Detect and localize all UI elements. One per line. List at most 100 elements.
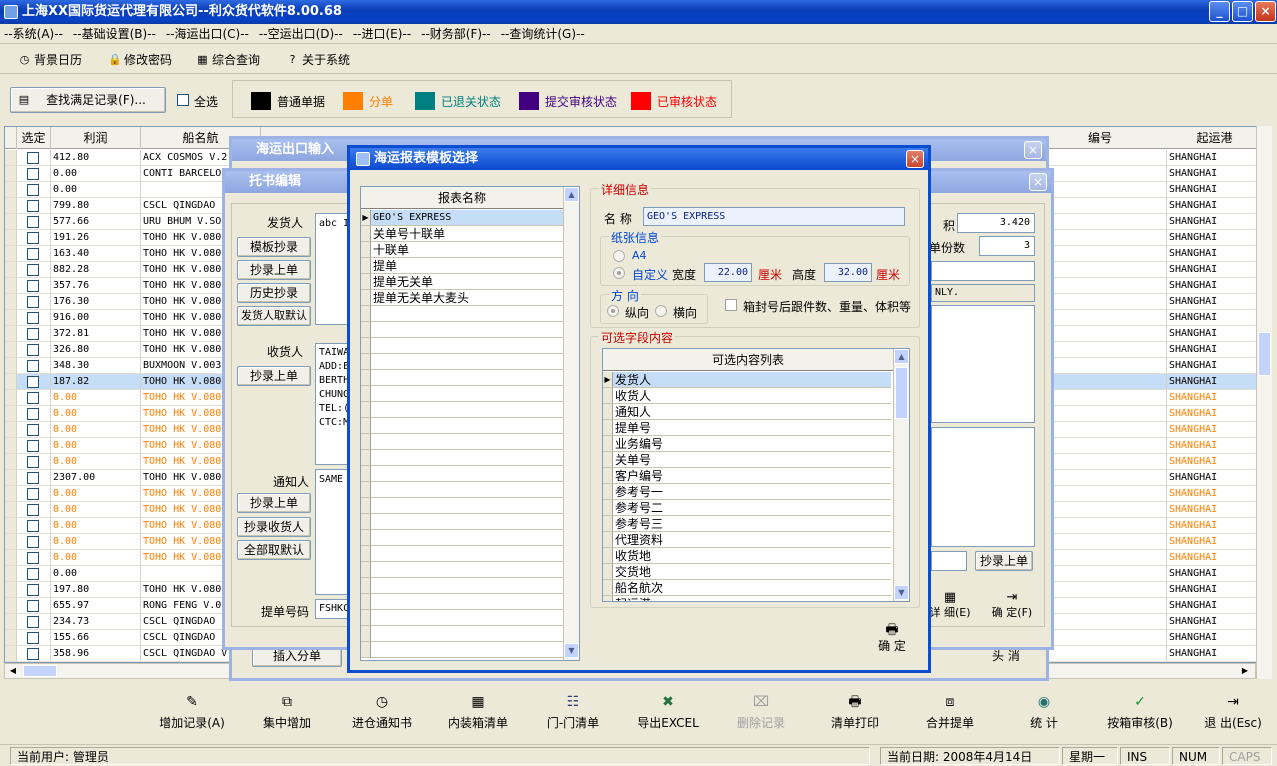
- row-checkbox[interactable]: [27, 280, 39, 292]
- row-checkbox[interactable]: [27, 584, 39, 596]
- report-list-item[interactable]: 提单无关单大麦头: [371, 290, 563, 306]
- minimize-button[interactable]: _: [1209, 1, 1230, 22]
- row-select-cell[interactable]: [17, 502, 51, 518]
- general-query-button[interactable]: ▦ 综合查询: [194, 50, 260, 70]
- template-copy-button[interactable]: 模板抄录: [237, 237, 311, 257]
- volume-field[interactable]: 3.420: [957, 213, 1035, 233]
- field-list-item[interactable]: 起运港: [613, 596, 891, 601]
- report-list-item[interactable]: [371, 514, 563, 530]
- row-select-cell[interactable]: [17, 614, 51, 630]
- row-select-cell[interactable]: [17, 182, 51, 198]
- row-checkbox[interactable]: [27, 648, 39, 660]
- report-list-item[interactable]: [371, 498, 563, 514]
- row-checkbox[interactable]: [27, 376, 39, 388]
- delete-record-button[interactable]: ⌧ 删除记录: [726, 690, 796, 738]
- row-select-cell[interactable]: [17, 390, 51, 406]
- row-select-cell[interactable]: [17, 438, 51, 454]
- scroll-right-icon[interactable]: ▶: [1239, 665, 1251, 677]
- report-list-item[interactable]: [371, 418, 563, 434]
- row-checkbox[interactable]: [27, 600, 39, 612]
- row-select-cell[interactable]: [17, 310, 51, 326]
- scroll-up-icon[interactable]: ▲: [564, 187, 579, 202]
- row-checkbox[interactable]: [27, 200, 39, 212]
- container-audit-button[interactable]: ✓ 按箱审核(B): [1100, 690, 1180, 738]
- row-checkbox[interactable]: [27, 152, 39, 164]
- scroll-down-icon[interactable]: ▼: [564, 643, 579, 658]
- row-select-cell[interactable]: [17, 342, 51, 358]
- statistics-button[interactable]: ◉ 统 计: [1012, 690, 1076, 738]
- shipper-default-button[interactable]: 发货人取默认: [237, 306, 311, 326]
- report-list-scrollbar[interactable]: ▲ ▼: [563, 187, 579, 660]
- select-all-checkbox[interactable]: [177, 94, 189, 106]
- row-checkbox[interactable]: [27, 616, 39, 628]
- maximize-button[interactable]: □: [1232, 1, 1253, 22]
- fields-scroll-up-icon[interactable]: ▲: [894, 349, 909, 364]
- field-list-item[interactable]: 船名航次: [613, 580, 891, 596]
- booking-field-empty[interactable]: [931, 261, 1035, 281]
- print-list-button[interactable]: 🖶 清单打印: [820, 690, 890, 738]
- notify-field[interactable]: SAME: [315, 469, 351, 595]
- fields-scroll-thumb[interactable]: [895, 367, 908, 419]
- custom-radio[interactable]: [613, 267, 625, 279]
- report-list-item[interactable]: [371, 306, 563, 322]
- batch-add-button[interactable]: ⧉ 集中增加: [252, 690, 322, 738]
- report-list-item[interactable]: [371, 594, 563, 610]
- history-copy-button[interactable]: 历史抄录: [237, 283, 311, 303]
- report-list-item[interactable]: [371, 450, 563, 466]
- row-select-cell[interactable]: [17, 406, 51, 422]
- field-list-item[interactable]: 客户编号: [613, 468, 891, 484]
- report-list-item[interactable]: [371, 546, 563, 562]
- field-list-item[interactable]: 收货人: [613, 388, 891, 404]
- template-confirm-button[interactable]: 🖶 确 定: [870, 622, 914, 662]
- report-list-item[interactable]: [371, 386, 563, 402]
- row-checkbox[interactable]: [27, 536, 39, 548]
- report-list-item[interactable]: 提单: [371, 258, 563, 274]
- row-select-cell[interactable]: [17, 374, 51, 390]
- fields-scroll-down-icon[interactable]: ▼: [894, 585, 909, 600]
- field-list-item[interactable]: 参考号二: [613, 500, 891, 516]
- menu-import[interactable]: --进口(E)--: [353, 27, 411, 41]
- report-list-item[interactable]: [371, 466, 563, 482]
- booking-confirm-button[interactable]: ⇥ 确 定(F): [987, 591, 1037, 635]
- row-checkbox[interactable]: [27, 392, 39, 404]
- menu-finance[interactable]: --财务部(F)--: [421, 27, 491, 41]
- sea-export-close-button[interactable]: ×: [1024, 141, 1042, 159]
- row-select-cell[interactable]: [17, 518, 51, 534]
- row-select-cell[interactable]: [17, 198, 51, 214]
- about-button[interactable]: ? 关于系统: [284, 50, 350, 70]
- notify-copy-button[interactable]: 抄录上单: [237, 493, 311, 513]
- template-close-button[interactable]: ×: [906, 150, 924, 168]
- menu-air-export[interactable]: --空运出口(D)--: [259, 27, 343, 41]
- menu-system[interactable]: --系统(A)--: [4, 27, 63, 41]
- row-select-cell[interactable]: [17, 166, 51, 182]
- bl-number-field[interactable]: FSHKC: [315, 599, 351, 619]
- copy-previous-button[interactable]: 抄录上单: [237, 260, 311, 280]
- report-list-item[interactable]: [371, 370, 563, 386]
- consignee-field[interactable]: TAIWA ADD:E BERTH CHUNG TEL:(CTC:M: [315, 343, 351, 465]
- row-checkbox[interactable]: [27, 168, 39, 180]
- row-checkbox[interactable]: [27, 440, 39, 452]
- row-select-cell[interactable]: [17, 422, 51, 438]
- row-checkbox[interactable]: [27, 488, 39, 500]
- row-checkbox[interactable]: [27, 568, 39, 580]
- row-checkbox[interactable]: [27, 184, 39, 196]
- detail-button[interactable]: ▦ 详 细(E): [925, 591, 975, 635]
- row-checkbox[interactable]: [27, 424, 39, 436]
- field-list-item[interactable]: 参考号一: [613, 484, 891, 500]
- report-list-item[interactable]: GEO'S EXPRESS: [371, 210, 563, 226]
- row-checkbox[interactable]: [27, 632, 39, 644]
- report-list-item[interactable]: 关单号十联单: [371, 226, 563, 242]
- field-list-item[interactable]: 交货地: [613, 564, 891, 580]
- vscroll-thumb[interactable]: [1258, 332, 1271, 376]
- row-select-cell[interactable]: [17, 582, 51, 598]
- grid-vertical-scrollbar[interactable]: [1256, 126, 1272, 679]
- report-list-item[interactable]: [371, 610, 563, 626]
- export-excel-button[interactable]: ✖ 导出EXCEL: [630, 690, 706, 738]
- calendar-button[interactable]: ◷ 背景日历: [16, 50, 82, 70]
- hscroll-thumb[interactable]: [23, 665, 57, 677]
- row-select-cell[interactable]: [17, 326, 51, 342]
- find-records-button[interactable]: ▤ 查找满足记录(F)...: [10, 87, 166, 113]
- booking-memo-2[interactable]: [931, 427, 1035, 547]
- width-field[interactable]: 22.00: [704, 263, 752, 282]
- row-checkbox[interactable]: [27, 264, 39, 276]
